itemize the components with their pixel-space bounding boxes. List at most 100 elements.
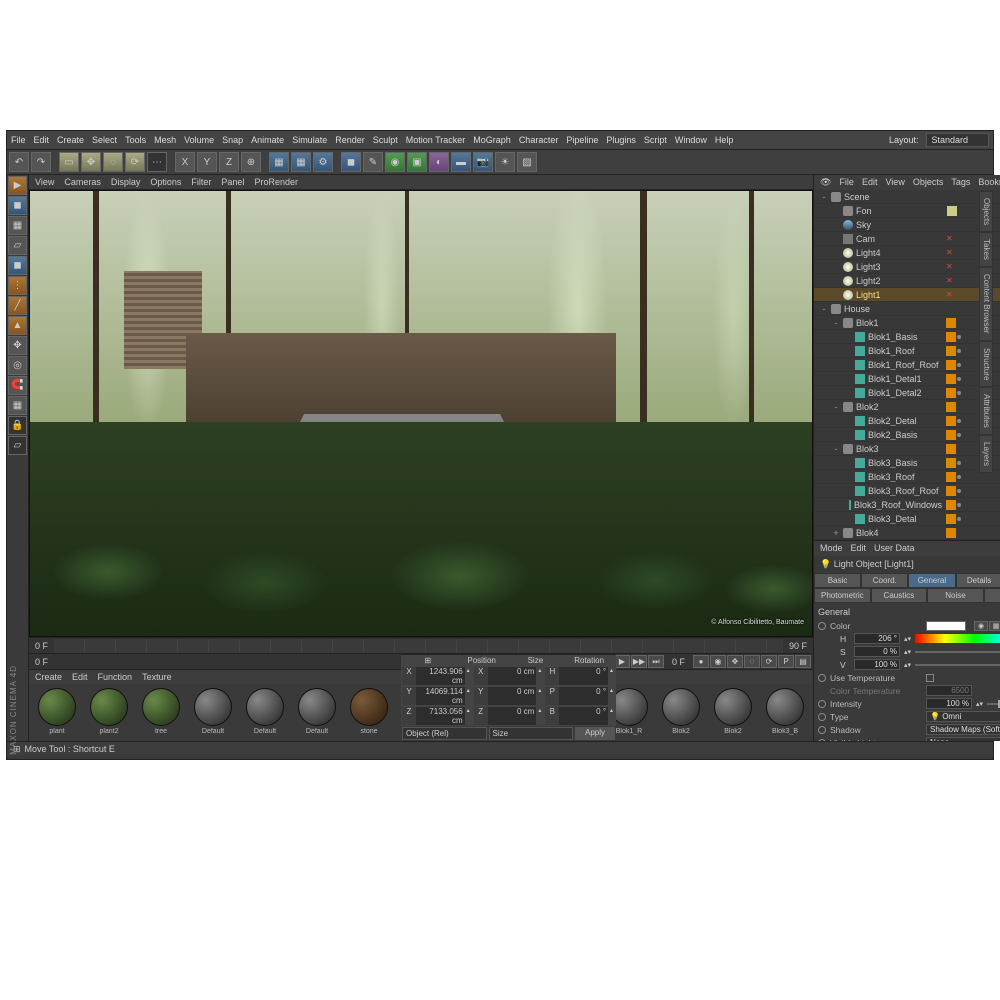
intensity-slider[interactable] [987,703,1000,705]
attr-tab-details[interactable]: Details [956,573,1000,588]
coord-rot-p[interactable]: 0 ° [559,687,608,705]
side-tab-structure[interactable]: Structure [979,341,993,387]
side-tab-layers[interactable]: Layers [979,435,993,473]
tree-row[interactable]: Light3✕ [814,260,1000,274]
record-key-button[interactable]: ● [693,655,709,668]
tag-dot[interactable] [957,503,961,507]
menu-pipeline[interactable]: Pipeline [566,135,598,145]
key-pos-button[interactable]: ✥ [727,655,743,668]
attrmenu-edit[interactable]: Edit [851,543,867,554]
tag-texture-icon[interactable] [946,444,956,454]
viewport-solo[interactable]: ◎ [8,356,27,375]
coord-rot-h[interactable]: 0 ° [559,667,608,685]
tag-texture-icon[interactable] [946,388,956,398]
menu-motiontracker[interactable]: Motion Tracker [406,135,466,145]
menu-animate[interactable]: Animate [251,135,284,145]
tag-texture-icon[interactable] [946,458,956,468]
tree-row[interactable]: Blok3_Roof [814,470,1000,484]
tree-row[interactable]: Fon [814,204,1000,218]
color-wheel-icon[interactable]: ◉ [974,621,988,631]
vpmenu-panel[interactable]: Panel [221,177,244,187]
anim-dot[interactable] [818,622,826,630]
type-dropdown[interactable]: 💡 Omni [926,711,1000,722]
vpmenu-filter[interactable]: Filter [191,177,211,187]
hsv-s-field[interactable]: 0 % [854,646,900,657]
spinner-icon[interactable]: ▴▾ [904,648,911,656]
material-thumb[interactable]: Default [293,688,341,737]
coord-pos-x[interactable]: 1243.906 cm [416,667,465,685]
vpmenu-cameras[interactable]: Cameras [64,177,101,187]
vpmenu-view[interactable]: View [35,177,54,187]
coord-size-y[interactable]: 0 cm [488,687,537,705]
menu-mograph[interactable]: MoGraph [473,135,511,145]
coord-pos-z[interactable]: 7133.056 cm [416,707,465,725]
tree-row[interactable]: -Blok3 [814,442,1000,456]
expand-toggle[interactable]: - [820,304,828,314]
layout-dropdown[interactable]: Standard [926,133,989,147]
expand-toggle[interactable]: - [832,402,840,412]
menu-edit[interactable]: Edit [34,135,50,145]
menu-simulate[interactable]: Simulate [292,135,327,145]
objmenu-objects[interactable]: Objects [913,177,944,188]
add-floor[interactable]: ▬ [451,152,471,172]
hsv-v-field[interactable]: 100 % [854,659,900,670]
coord-rot-b[interactable]: 0 ° [559,707,608,725]
tag-disable-icon[interactable]: ✕ [946,290,953,299]
coord-pos-y[interactable]: 14069.114 cm [416,687,465,705]
objmenu-file[interactable]: File [839,177,854,188]
objmenu-edit[interactable]: Edit [862,177,878,188]
tree-row[interactable]: Blok1_Detal1 [814,372,1000,386]
attr-tab-photometric[interactable]: Photometric [814,588,871,603]
redo-button[interactable]: ↷ [31,152,51,172]
eye-icon[interactable]: 👁 [820,177,831,188]
workplane-snap[interactable]: ▦ [8,396,27,415]
tree-row[interactable]: Blok1_Roof [814,344,1000,358]
attr-tab-lens[interactable]: Lens [984,588,1000,603]
menu-plugins[interactable]: Plugins [606,135,636,145]
material-thumb[interactable]: Default [189,688,237,737]
tree-row[interactable]: -House [814,302,1000,316]
attrmenu-mode[interactable]: Mode [820,543,843,554]
menu-character[interactable]: Character [519,135,559,145]
side-tab-attributes[interactable]: Attributes [979,387,993,435]
add-bend[interactable]: ◐ [429,152,449,172]
spinner-icon[interactable]: ▴▾ [976,700,983,708]
anim-dot[interactable] [818,700,826,708]
material-thumb[interactable]: tree [137,688,185,737]
model-mode[interactable]: ◼ [8,196,27,215]
intensity-field[interactable]: 100 % [926,698,972,709]
material-thumb[interactable]: stone [345,688,393,737]
render-settings[interactable]: ⚙ [313,152,333,172]
add-camera[interactable]: 📷 [473,152,493,172]
tree-row[interactable]: Blok3_Detal [814,512,1000,526]
vpmenu-options[interactable]: Options [150,177,181,187]
material-thumb[interactable]: Blok2 [657,688,705,737]
menu-window[interactable]: Window [675,135,707,145]
tree-row[interactable]: Sky [814,218,1000,232]
timeline-current[interactable]: 0 F [29,657,54,667]
attr-tab-noise[interactable]: Noise [927,588,984,603]
coord-size-x[interactable]: 0 cm [488,667,537,685]
polygon-mode[interactable]: ▲ [8,316,27,335]
side-tab-contentbrowser[interactable]: Content Browser [979,267,993,341]
autokey-button[interactable]: ◉ [710,655,726,668]
menu-sculpt[interactable]: Sculpt [373,135,398,145]
tree-row[interactable]: +Blok4 [814,526,1000,540]
val-slider[interactable] [915,664,1000,666]
tree-row[interactable]: -Blok2 [814,400,1000,414]
tag-texture-icon[interactable] [946,528,956,538]
attr-tab-general[interactable]: General [908,573,955,588]
tag-texture-icon[interactable] [946,486,956,496]
tree-row[interactable]: -Blok1 [814,316,1000,330]
tag-disable-icon[interactable]: ✕ [946,262,953,271]
vpmenu-prorender[interactable]: ProRender [254,177,298,187]
add-light[interactable]: ☀ [495,152,515,172]
add-pen[interactable]: ✎ [363,152,383,172]
key-scale-button[interactable]: ◌ [744,655,760,668]
tag-texture-icon[interactable] [946,318,956,328]
tag-texture-icon[interactable] [946,360,956,370]
tree-row[interactable]: Light2✕ [814,274,1000,288]
menu-snap[interactable]: Snap [222,135,243,145]
axis-z-toggle[interactable]: Z [219,152,239,172]
matmenu-create[interactable]: Create [35,672,62,682]
